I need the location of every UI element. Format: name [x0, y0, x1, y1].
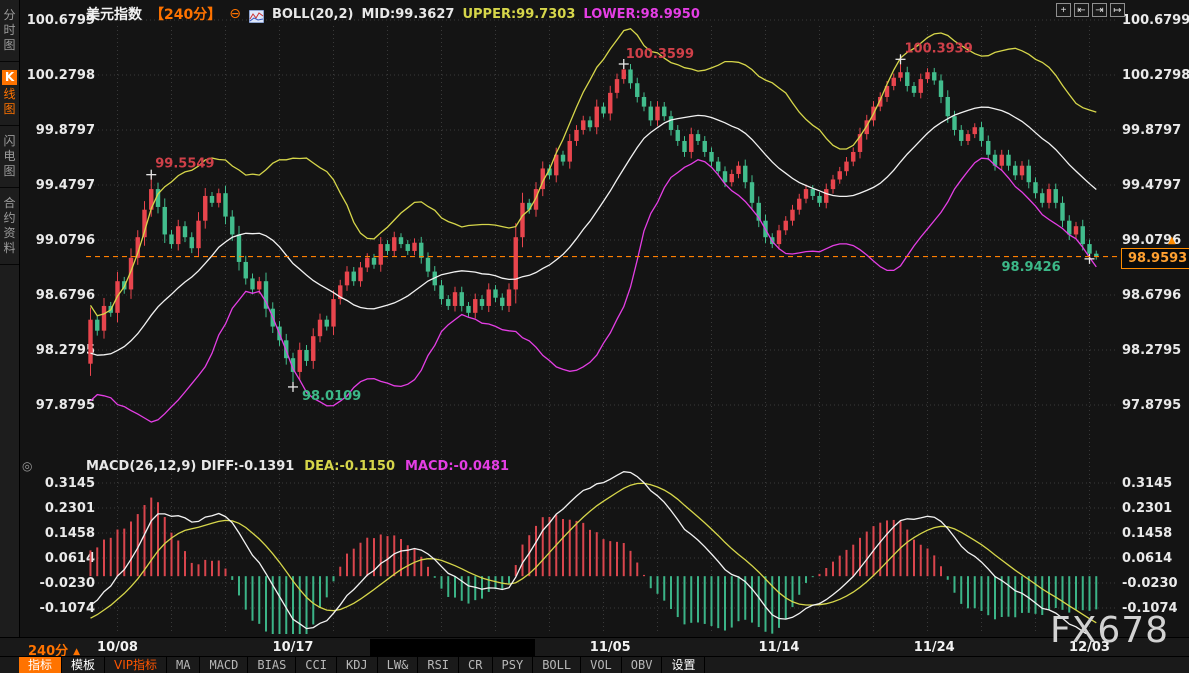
axis-labels: 100.6799 100.6799 100.2798 100.2798 99.8797 9…	[27, 13, 1189, 616]
chart-tool-buttons: + ⇤ ⇥ ↦	[1056, 3, 1125, 17]
macd-macd-value: MACD:-0.0481	[405, 459, 509, 474]
high-annotation-label: 100.3599	[626, 47, 694, 62]
toolbar-item-lw[interactable]: LW&	[378, 657, 419, 673]
kline-label: 线图	[2, 87, 17, 117]
sidebar-item-minute-chart[interactable]: 分时图	[0, 0, 19, 62]
price-tick-label: 97.8795	[1122, 398, 1181, 413]
toolbar-item-vol[interactable]: VOL	[581, 657, 622, 673]
sidebar-item-contract-info[interactable]: 合约资料	[0, 188, 19, 265]
toolbar-item-rsi[interactable]: RSI	[418, 657, 459, 673]
high-annotation-label: 99.5549	[155, 157, 214, 172]
macd-header: MACD(26,12,9) DIFF:-0.1391 DEA:-0.1150 M…	[86, 459, 509, 474]
boll-lower-line	[91, 158, 1097, 422]
price-tick-label: 98.2795	[1122, 343, 1181, 358]
pan-crosshair-icon[interactable]: +	[1056, 3, 1071, 17]
price-tick-label: 99.8797	[36, 123, 95, 138]
macd-histogram	[90, 498, 1098, 653]
price-tick-label: 100.2798	[1122, 68, 1189, 83]
price-tick-label: 99.0796	[36, 233, 95, 248]
macd-dea-line	[91, 483, 1097, 623]
price-tick-label: 98.6796	[36, 288, 95, 303]
macd-tick-label: 0.0614	[1122, 551, 1172, 566]
jump-latest-icon[interactable]: ↦	[1110, 3, 1125, 17]
chart-canvas[interactable]: 100.6799 100.6799 100.2798 100.2798 99.8797 9…	[0, 0, 1189, 673]
price-tick-label: 98.2795	[36, 343, 95, 358]
time-tick-label: 11/14	[759, 640, 800, 655]
price-tick-label: 100.6799	[27, 13, 95, 28]
macd-tick-label: -0.0230	[1122, 576, 1178, 591]
macd-tick-label: 0.1458	[1122, 526, 1172, 541]
sidebar: 分时图 K 线图 闪电图 合约资料	[0, 0, 20, 637]
sidebar-item-kline-chart[interactable]: K 线图	[0, 62, 19, 126]
price-tick-label: 99.4797	[1122, 178, 1181, 193]
indicator-toolbar: 指标 模板 VIP指标 MA MACD BIAS CCI KDJ LW& RSI…	[19, 657, 705, 673]
interval-label: 【240分】	[150, 4, 221, 24]
price-tick-label: 99.8797	[1122, 123, 1181, 138]
price-tick-label: 97.8795	[36, 398, 95, 413]
macd-settings-icon[interactable]: ◎	[22, 459, 32, 473]
scroll-left-icon[interactable]: ⇤	[1074, 3, 1089, 17]
bollinger-bands	[91, 29, 1097, 422]
macd-tick-label: 0.3145	[45, 476, 95, 491]
macd-tick-label: 0.1458	[45, 526, 95, 541]
sidebar-item-flash-chart[interactable]: 闪电图	[0, 126, 19, 188]
macd-params-diff-value: MACD(26,12,9) DIFF:-0.1391	[86, 459, 294, 474]
price-marker-arrow-icon: ▲	[1168, 235, 1176, 246]
kline-chart-icon	[249, 8, 264, 21]
price-annotations: 99.5549 98.0109 100.3599 100.3939 98.9426	[146, 41, 1094, 404]
time-tick-label: 10/17	[273, 640, 314, 655]
toolbar-item-kdj[interactable]: KDJ	[337, 657, 378, 673]
app-window: 100.6799 100.6799 100.2798 100.2798 99.8797 9…	[0, 0, 1189, 673]
toolbar-item-cci[interactable]: CCI	[296, 657, 337, 673]
toolbar-item-bias[interactable]: BIAS	[248, 657, 296, 673]
macd-lines	[91, 472, 1097, 640]
candlestick-series	[88, 59, 1098, 387]
boll-upper-value: UPPER:99.7303	[462, 7, 575, 22]
scroll-right-icon[interactable]: ⇥	[1092, 3, 1107, 17]
toolbar-item-psy[interactable]: PSY	[493, 657, 534, 673]
boll-lower-value: LOWER:98.9950	[583, 7, 700, 22]
macd-dea-value: DEA:-0.1150	[304, 459, 395, 474]
symbol-title: 美元指数	[86, 4, 142, 24]
toolbar-item-obv[interactable]: OBV	[622, 657, 663, 673]
high-annotation-label: 100.3939	[905, 41, 973, 56]
last-price-tag: 98.9593	[1121, 248, 1189, 269]
boll-indicator-label: BOLL(20,2)	[272, 7, 354, 22]
boll-mid-line	[91, 107, 1097, 355]
kline-k-badge: K	[2, 70, 17, 85]
time-tick-label: 11/05	[590, 640, 631, 655]
macd-tick-label: 0.2301	[45, 501, 95, 516]
price-tick-label: 100.6799	[1122, 13, 1189, 28]
time-tick-labels: 10/0810/1711/0511/1411/2412/03	[97, 640, 1110, 655]
macd-tick-label: 0.3145	[1122, 476, 1172, 491]
boll-upper-line	[91, 29, 1097, 316]
watermark: FX678	[1050, 610, 1169, 651]
chart-header: 美元指数 【240分】 ⊖ BOLL(20,2) MID:99.3627 UPP…	[86, 4, 700, 24]
price-tick-label: 98.6796	[1122, 288, 1181, 303]
time-tick-label: 11/24	[914, 640, 955, 655]
price-tick-label: 100.2798	[27, 68, 95, 83]
toolbar-item-macd[interactable]: MACD	[200, 657, 248, 673]
toolbar-item-indicator[interactable]: 指标	[19, 657, 62, 673]
toolbar-item-template[interactable]: 模板	[62, 657, 105, 673]
macd-tick-label: -0.0230	[39, 576, 95, 591]
toolbar-item-cr[interactable]: CR	[459, 657, 492, 673]
macd-tick-label: -0.1074	[39, 601, 95, 616]
toolbar-item-ma[interactable]: MA	[167, 657, 200, 673]
time-tick-label: 10/08	[97, 640, 138, 655]
price-tick-label: 99.4797	[36, 178, 95, 193]
boll-mid-value: MID:99.3627	[361, 7, 454, 22]
toolbar-item-boll[interactable]: BOLL	[533, 657, 581, 673]
collapse-icon[interactable]: ⊖	[229, 7, 241, 21]
macd-tick-label: 0.0614	[45, 551, 95, 566]
low-annotation-label: 98.0109	[302, 389, 361, 404]
toolbar-item-settings[interactable]: 设置	[662, 657, 705, 673]
macd-diff-line	[91, 472, 1097, 640]
low-annotation-label: 98.9426	[1002, 260, 1061, 275]
toolbar-item-vip-indicator[interactable]: VIP指标	[105, 657, 167, 673]
macd-tick-label: 0.2301	[1122, 501, 1172, 516]
